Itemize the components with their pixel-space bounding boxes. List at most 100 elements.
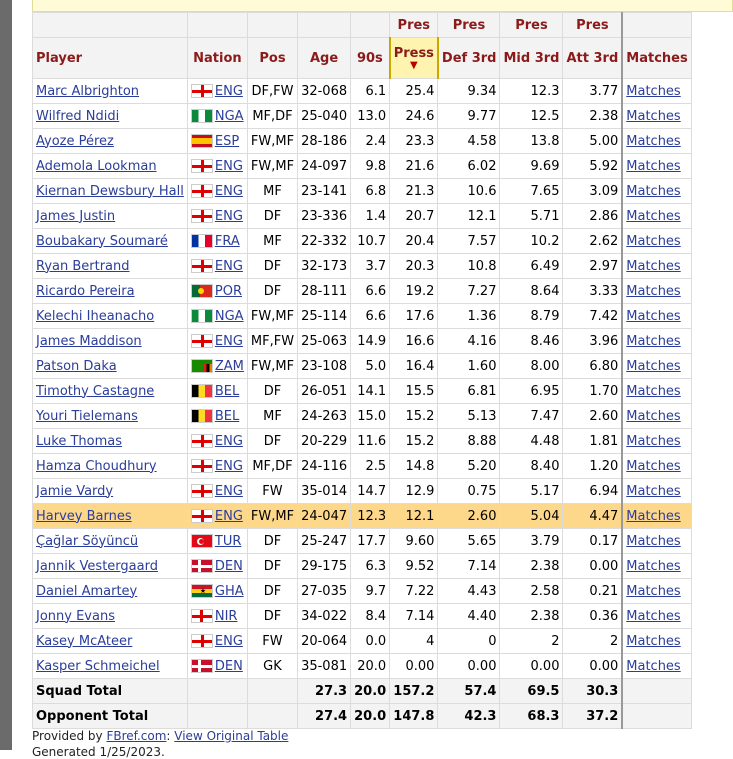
player-row: Kiernan Dewsbury Hall ENG MF 23-141 6.8 21.3 1… bbox=[32, 178, 692, 204]
player-link[interactable]: Ryan Bertrand bbox=[36, 259, 130, 274]
matches-link[interactable]: Matches bbox=[626, 584, 680, 599]
matches-link[interactable]: Matches bbox=[626, 634, 680, 649]
player-link[interactable]: James Maddison bbox=[36, 334, 142, 349]
player-link[interactable]: Çağlar Söyüncü bbox=[36, 534, 138, 549]
matches-link[interactable]: Matches bbox=[626, 334, 680, 349]
nation-link[interactable]: ENG bbox=[215, 209, 243, 224]
player-link[interactable]: Hamza Choudhury bbox=[36, 459, 157, 474]
empty-cell bbox=[186, 703, 248, 729]
player-link[interactable]: Daniel Amartey bbox=[36, 584, 137, 599]
col-def-3rd[interactable]: Def 3rd bbox=[437, 37, 501, 79]
player-link[interactable]: Wilfred Ndidi bbox=[36, 109, 119, 124]
matches-link[interactable]: Matches bbox=[626, 234, 680, 249]
nation-link[interactable]: NGA bbox=[215, 109, 244, 124]
nation-link[interactable]: ENG bbox=[215, 634, 243, 649]
player-link[interactable]: Boubakary Soumaré bbox=[36, 234, 168, 249]
col-att-3rd[interactable]: Att 3rd bbox=[562, 37, 623, 79]
player-link[interactable]: Jamie Vardy bbox=[36, 484, 113, 499]
matches-link[interactable]: Matches bbox=[626, 259, 680, 274]
total-90s: 20.0 bbox=[350, 678, 391, 704]
matches-cell: Matches bbox=[621, 203, 692, 229]
press-cell: 23.3 bbox=[389, 128, 439, 154]
player-cell: Ryan Bertrand bbox=[32, 253, 188, 279]
nation-link[interactable]: ENG bbox=[215, 184, 243, 199]
nation-link[interactable]: NIR bbox=[215, 609, 238, 624]
age-cell: 25-063 bbox=[297, 328, 352, 354]
nation-link[interactable]: TUR bbox=[215, 534, 242, 549]
mid-3rd-cell: 6.49 bbox=[499, 253, 564, 279]
nation-link[interactable]: POR bbox=[215, 284, 242, 299]
player-link[interactable]: Kiernan Dewsbury Hall bbox=[36, 184, 184, 199]
matches-link[interactable]: Matches bbox=[626, 159, 680, 174]
matches-link[interactable]: Matches bbox=[626, 534, 680, 549]
player-link[interactable]: Youri Tielemans bbox=[36, 409, 138, 424]
matches-link[interactable]: Matches bbox=[626, 109, 680, 124]
nation-link[interactable]: BEL bbox=[215, 384, 239, 399]
nation-link[interactable]: ENG bbox=[215, 434, 243, 449]
col-age[interactable]: Age bbox=[297, 37, 352, 79]
col-nation[interactable]: Nation bbox=[186, 37, 248, 79]
col-matches[interactable]: Matches bbox=[621, 37, 692, 79]
matches-link[interactable]: Matches bbox=[626, 659, 680, 674]
player-link[interactable]: Marc Albrighton bbox=[36, 84, 139, 99]
matches-link[interactable]: Matches bbox=[626, 84, 680, 99]
player-link[interactable]: Kelechi Iheanacho bbox=[36, 309, 154, 324]
col-player[interactable]: Player bbox=[32, 37, 188, 79]
col-90s[interactable]: 90s bbox=[350, 37, 391, 79]
matches-link[interactable]: Matches bbox=[626, 484, 680, 499]
matches-link[interactable]: Matches bbox=[626, 134, 680, 149]
player-link[interactable]: Luke Thomas bbox=[36, 434, 122, 449]
nation-link[interactable]: ENG bbox=[215, 159, 243, 174]
matches-link[interactable]: Matches bbox=[626, 384, 680, 399]
nation-link[interactable]: DEN bbox=[215, 659, 243, 674]
player-link[interactable]: Jannik Vestergaard bbox=[36, 559, 158, 574]
nation-link[interactable]: ENG bbox=[215, 84, 243, 99]
player-link[interactable]: Timothy Castagne bbox=[36, 384, 154, 399]
matches-link[interactable]: Matches bbox=[626, 559, 680, 574]
view-original-table-link[interactable]: View Original Table bbox=[174, 729, 288, 743]
matches-link[interactable]: Matches bbox=[626, 359, 680, 374]
matches-link[interactable]: Matches bbox=[626, 309, 680, 324]
england-flag-icon bbox=[190, 334, 213, 348]
matches-link[interactable]: Matches bbox=[626, 434, 680, 449]
player-link[interactable]: Jonny Evans bbox=[36, 609, 115, 624]
nation-link[interactable]: ENG bbox=[215, 459, 243, 474]
player-link[interactable]: James Justin bbox=[36, 209, 115, 224]
fbref-link[interactable]: FBref.com bbox=[106, 729, 166, 743]
total-row: Squad Total 27.3 20.0 157.2 57.4 69.5 30.3 bbox=[32, 678, 692, 704]
matches-link[interactable]: Matches bbox=[626, 409, 680, 424]
mid-3rd-cell: 3.79 bbox=[499, 528, 564, 554]
nation-link[interactable]: ZAM bbox=[215, 359, 244, 374]
nation-link[interactable]: DEN bbox=[215, 559, 243, 574]
matches-link[interactable]: Matches bbox=[626, 509, 680, 524]
def-3rd-cell: 9.77 bbox=[437, 103, 501, 129]
player-link[interactable]: Patson Daka bbox=[36, 359, 117, 374]
nation-link[interactable]: ENG bbox=[215, 509, 243, 524]
window-left-edge bbox=[0, 0, 12, 750]
att-3rd-cell: 2.38 bbox=[562, 103, 623, 129]
player-link[interactable]: Ricardo Pereira bbox=[36, 284, 135, 299]
matches-link[interactable]: Matches bbox=[626, 184, 680, 199]
pos-cell: FW bbox=[246, 478, 299, 504]
matches-link[interactable]: Matches bbox=[626, 209, 680, 224]
nation-link[interactable]: BEL bbox=[215, 409, 239, 424]
col-press-sorted[interactable]: Press ▼ bbox=[388, 37, 439, 79]
matches-link[interactable]: Matches bbox=[626, 459, 680, 474]
col-mid-3rd[interactable]: Mid 3rd bbox=[499, 37, 564, 79]
matches-link[interactable]: Matches bbox=[626, 609, 680, 624]
nation-link[interactable]: FRA bbox=[215, 234, 240, 249]
matches-link[interactable]: Matches bbox=[626, 284, 680, 299]
nation-link[interactable]: ENG bbox=[215, 259, 243, 274]
player-link[interactable]: Kasey McAteer bbox=[36, 634, 132, 649]
matches-cell: Matches bbox=[621, 78, 692, 104]
nation-link[interactable]: GHA bbox=[215, 584, 244, 599]
player-link[interactable]: Ademola Lookman bbox=[36, 159, 157, 174]
player-link[interactable]: Ayoze Pérez bbox=[36, 134, 114, 149]
player-link[interactable]: Harvey Barnes bbox=[36, 509, 132, 524]
nation-link[interactable]: ENG bbox=[215, 484, 243, 499]
player-link[interactable]: Kasper Schmeichel bbox=[36, 659, 160, 674]
col-pos[interactable]: Pos bbox=[246, 37, 299, 79]
nation-link[interactable]: NGA bbox=[215, 309, 244, 324]
nation-link[interactable]: ENG bbox=[215, 334, 243, 349]
nation-link[interactable]: ESP bbox=[215, 134, 239, 149]
